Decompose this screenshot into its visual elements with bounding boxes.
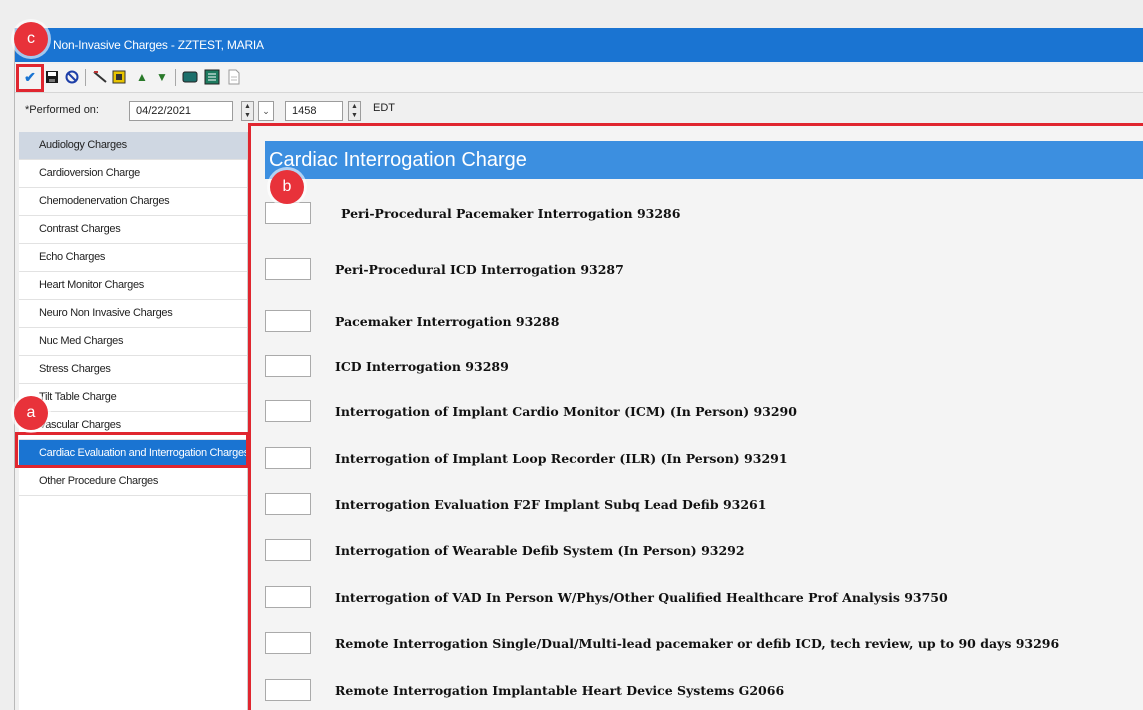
sidebar-item-heart-monitor[interactable]: Heart Monitor Charges <box>19 272 247 300</box>
monitor-icon[interactable] <box>181 68 199 86</box>
date-spinner[interactable]: ▲ ▼ <box>241 101 254 121</box>
sidebar-item-echo[interactable]: Echo Charges <box>19 244 247 272</box>
callout-box-a <box>15 432 249 468</box>
callout-box-b <box>248 123 1143 710</box>
sidebar-item-other-procedure[interactable]: Other Procedure Charges <box>19 468 247 496</box>
performed-on-row: *Performed on: 04/22/2021 ▲ ▼ ⌄ 1458 ▲ ▼ E… <box>15 98 1143 126</box>
sidebar-item-cardioversion[interactable]: Cardioversion Charge <box>19 160 247 188</box>
charge-category-list: Audiology Charges Cardioversion Charge C… <box>19 132 248 710</box>
sidebar-item-neuro[interactable]: Neuro Non Invasive Charges <box>19 300 247 328</box>
title-bar: Non-Invasive Charges - ZZTEST, MARIA <box>15 28 1143 62</box>
callout-badge-b: b <box>270 170 304 204</box>
toolbar-separator <box>175 69 176 86</box>
callout-badge-a: a <box>14 396 48 430</box>
page-icon[interactable] <box>225 68 243 86</box>
callout-box-c <box>16 64 44 92</box>
toolbar: ✔ ▲ ▼ <box>15 64 1143 93</box>
time-spinner[interactable]: ▲ ▼ <box>348 101 361 121</box>
date-dropdown-button[interactable]: ⌄ <box>258 101 274 121</box>
edit-icon[interactable] <box>91 68 109 86</box>
arrow-down-icon[interactable]: ▼ <box>153 68 171 86</box>
toolbar-separator <box>85 69 86 86</box>
performed-on-label: *Performed on: <box>25 104 99 116</box>
document-icon[interactable] <box>111 68 129 86</box>
cancel-icon[interactable] <box>63 68 81 86</box>
sidebar-item-tilt-table[interactable]: Tilt Table Charge <box>19 384 247 412</box>
sidebar-item-nuc-med[interactable]: Nuc Med Charges <box>19 328 247 356</box>
sidebar-item-contrast[interactable]: Contrast Charges <box>19 216 247 244</box>
window-title: Non-Invasive Charges - ZZTEST, MARIA <box>53 38 264 52</box>
arrow-up-icon[interactable]: ▲ <box>133 68 151 86</box>
sidebar-item-stress[interactable]: Stress Charges <box>19 356 247 384</box>
sidebar-item-audiology[interactable]: Audiology Charges <box>19 132 247 160</box>
sidebar-item-chemodenervation[interactable]: Chemodenervation Charges <box>19 188 247 216</box>
performed-time-field[interactable]: 1458 <box>285 101 343 121</box>
form-icon[interactable] <box>203 68 221 86</box>
callout-badge-c: c <box>14 22 48 56</box>
save-icon[interactable] <box>43 68 61 86</box>
performed-date-field[interactable]: 04/22/2021 <box>129 101 233 121</box>
timezone-label: EDT <box>373 102 395 114</box>
